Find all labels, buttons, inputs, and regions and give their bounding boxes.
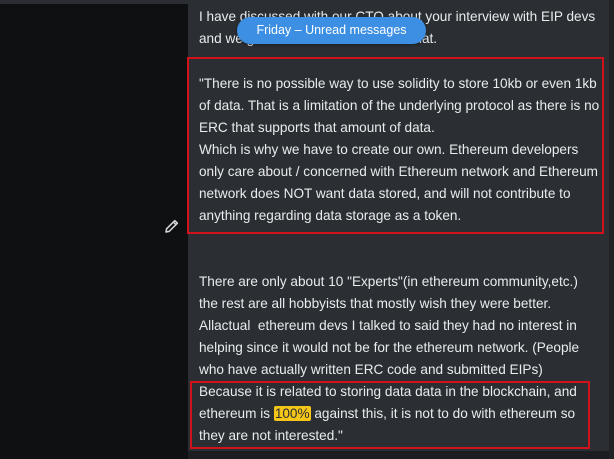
annotation-box-quote-2: [190, 381, 590, 449]
message-experts-paragraph: There are only about 10 "Experts"(in eth…: [199, 274, 583, 377]
message-bubble-footer: [188, 451, 614, 459]
pencil-icon[interactable]: [163, 217, 181, 235]
unread-messages-pill[interactable]: Friday – Unread messages: [237, 17, 426, 44]
annotation-box-quote-1: [187, 57, 604, 234]
scrollbar[interactable]: [609, 0, 614, 459]
